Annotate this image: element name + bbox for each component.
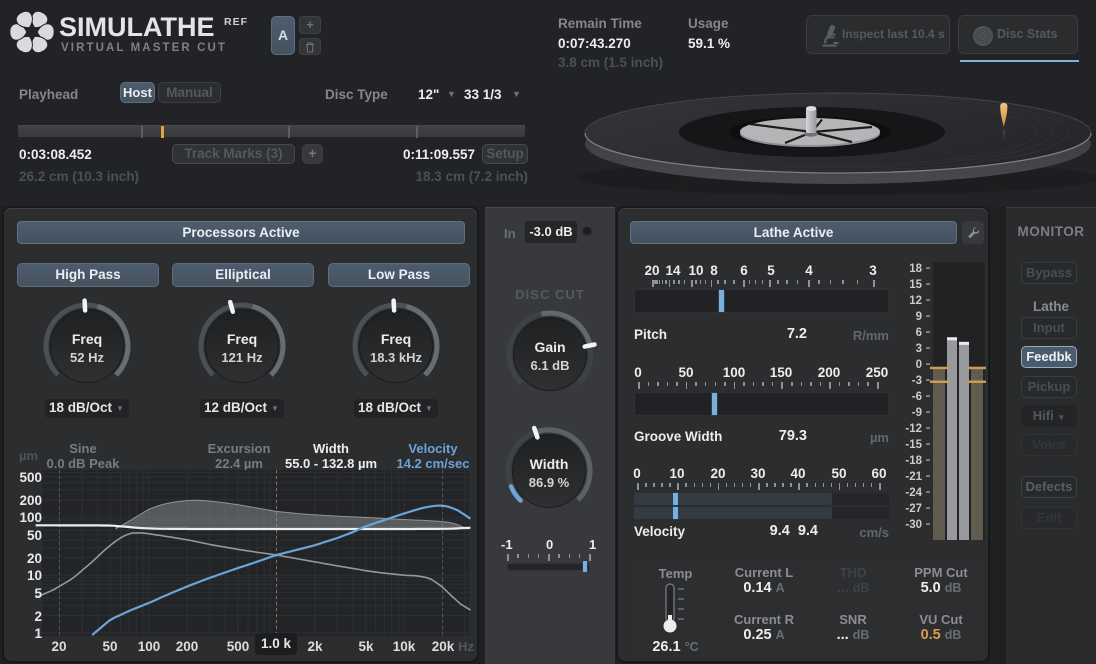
svg-text:-3: -3 — [912, 375, 922, 387]
svg-text:9: 9 — [916, 311, 922, 323]
svg-text:86.9 %: 86.9 % — [529, 475, 570, 490]
svg-text:Width: Width — [530, 456, 569, 472]
svg-text:-12: -12 — [905, 423, 922, 435]
svg-text:3: 3 — [916, 343, 922, 355]
svg-text:-15: -15 — [905, 439, 922, 451]
svg-text:-30: -30 — [905, 519, 922, 531]
svg-text:18: 18 — [909, 263, 922, 275]
svg-text:6: 6 — [916, 327, 922, 339]
svg-text:12: 12 — [909, 295, 922, 307]
svg-text:6.1 dB: 6.1 dB — [530, 358, 569, 373]
svg-text:0: 0 — [916, 359, 922, 371]
svg-text:15: 15 — [909, 279, 922, 291]
svg-text:-6: -6 — [912, 391, 922, 403]
svg-text:-27: -27 — [905, 503, 922, 515]
svg-text:Gain: Gain — [534, 339, 565, 355]
svg-text:-18: -18 — [905, 455, 922, 467]
svg-text:-9: -9 — [912, 407, 922, 419]
svg-text:-21: -21 — [905, 471, 922, 483]
svg-text:-24: -24 — [905, 487, 922, 499]
